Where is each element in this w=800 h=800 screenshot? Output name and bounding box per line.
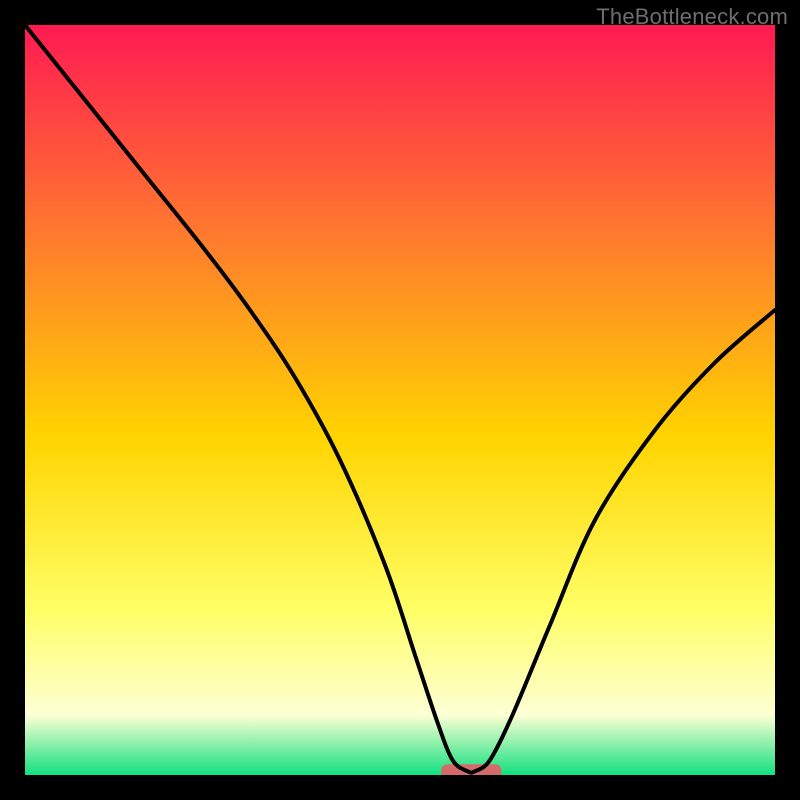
bottleneck-chart	[25, 25, 775, 775]
plot-area	[25, 25, 775, 775]
chart-frame: TheBottleneck.com	[0, 0, 800, 800]
gradient-background	[25, 25, 775, 775]
watermark-text: TheBottleneck.com	[596, 4, 788, 30]
